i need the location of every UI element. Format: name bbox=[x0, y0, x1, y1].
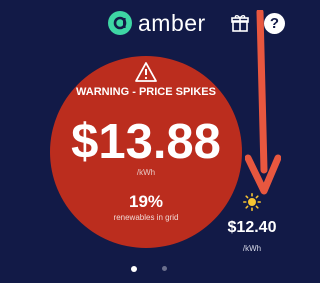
forecast-price-unit: /kWh bbox=[242, 244, 262, 253]
renewables-label: renewables in grid bbox=[113, 213, 179, 222]
brand-name: amber bbox=[138, 10, 206, 36]
down-arrow-icon bbox=[244, 8, 282, 195]
amber-logo-icon bbox=[108, 11, 132, 35]
sun-icon bbox=[243, 193, 262, 212]
forecast-price[interactable]: $12.40 bbox=[222, 219, 282, 237]
warning-text: WARNING - PRICE SPIKES bbox=[76, 86, 216, 98]
current-price-unit: /kWh bbox=[136, 168, 156, 177]
page-dot-inactive[interactable] bbox=[162, 266, 167, 271]
current-price: $13.88 bbox=[71, 115, 221, 169]
warning-triangle-icon bbox=[135, 62, 157, 82]
page-dot-active[interactable] bbox=[131, 266, 137, 272]
renewables-percent: 19% bbox=[128, 192, 164, 211]
